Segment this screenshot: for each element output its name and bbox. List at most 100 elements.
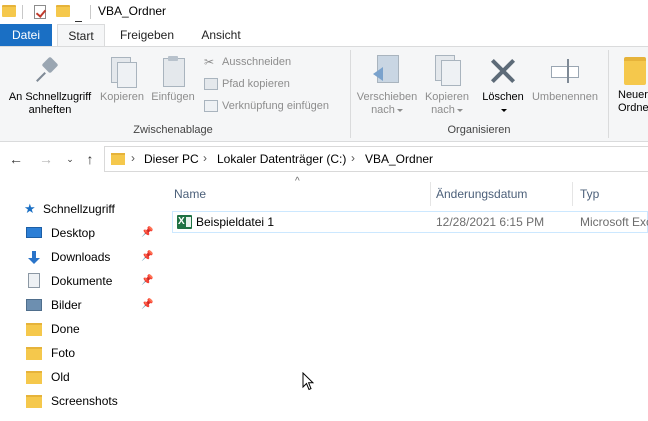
column-divider[interactable] (430, 182, 431, 206)
copy-to-button[interactable]: Kopieren nach (420, 53, 474, 117)
pin-to-quick-access-button[interactable]: An Schnellzugriff anheften (4, 55, 96, 117)
navigation-pane: ★ Schnellzugriff Desktop 📌 Downloads 📌 D… (0, 176, 160, 421)
clipboard-group-label: Zwischenablage (133, 124, 213, 136)
move-to-button[interactable]: Verschieben nach (354, 53, 420, 117)
folder-icon (111, 153, 125, 165)
copy-path-button[interactable]: Pfad kopieren (204, 76, 290, 92)
copy-path-label: Pfad kopieren (222, 78, 290, 90)
tree-label: Bilder (51, 298, 82, 312)
document-icon (28, 273, 40, 288)
forward-arrow-icon[interactable]: → (38, 150, 54, 168)
properties-icon[interactable] (34, 5, 46, 19)
divider (608, 50, 609, 138)
delete-icon (487, 55, 519, 87)
rename-button[interactable]: Umbenennen (528, 55, 602, 104)
move-to-icon (371, 53, 403, 87)
window-title: VBA_Ordner (98, 4, 167, 18)
column-header-type[interactable]: Typ (580, 187, 599, 201)
paste-shortcut-button[interactable]: Verknüpfung einfügen (204, 98, 329, 114)
pictures-icon (26, 299, 42, 311)
breadcrumb-separator-icon[interactable]: › (351, 151, 355, 165)
table-row[interactable]: Beispieldatei 1 12/28/2021 6:15 PM Micro… (172, 211, 648, 233)
tab-start[interactable]: Start (57, 24, 105, 47)
paste-shortcut-label: Verknüpfung einfügen (222, 100, 330, 112)
paste-button[interactable]: Einfügen (148, 55, 198, 104)
column-header-name[interactable]: Name (174, 187, 206, 201)
column-divider[interactable] (572, 182, 573, 206)
move-to-label-line2: nach (371, 104, 395, 116)
recent-locations-chevron-icon[interactable]: ⌄ (62, 150, 78, 168)
cut-label: Ausschneiden (222, 56, 292, 68)
pin-icon[interactable]: 📌 (141, 246, 153, 268)
divider (350, 50, 351, 138)
new-folder-label-line2: Ordne (618, 102, 648, 114)
tree-label: Dokumente (51, 274, 113, 288)
rename-label: Umbenennen (531, 91, 599, 103)
paste-label: Einfügen (151, 91, 195, 103)
tree-label: Done (51, 322, 80, 336)
navigation-bar: ← → ⌄ ↑ › Dieser PC › Lokaler Datenträge… (0, 142, 648, 176)
file-name: Beispieldatei 1 (196, 215, 275, 229)
breadcrumb-separator-icon[interactable]: › (203, 151, 207, 165)
chevron-down-icon (396, 108, 403, 112)
ribbon-tabs: Datei Start Freigeben Ansicht (0, 24, 648, 47)
paste-shortcut-icon (204, 100, 218, 112)
new-folder-label-line1: Neuer (618, 89, 648, 101)
tab-view[interactable]: Ansicht (188, 24, 254, 46)
paste-icon (159, 55, 187, 87)
new-folder-icon (624, 57, 646, 85)
tree-label: Downloads (51, 250, 111, 264)
breadcrumb-vba-folder[interactable]: VBA_Ordner (365, 152, 433, 166)
copy-button[interactable]: Kopieren (98, 55, 146, 104)
tab-share[interactable]: Freigeben (110, 24, 184, 46)
folder-icon (26, 395, 42, 408)
folder-icon (26, 323, 42, 336)
file-date: 12/28/2021 6:15 PM (436, 215, 545, 229)
copy-path-icon (204, 78, 218, 90)
tree-label: Old (51, 370, 70, 384)
copy-to-label-line2: nach (431, 104, 455, 116)
excel-file-icon (177, 215, 192, 229)
copy-to-label-line1: Kopieren (424, 91, 470, 103)
delete-button[interactable]: Löschen (478, 55, 528, 117)
cut-button[interactable]: ✂ Ausschneiden (204, 54, 291, 70)
copy-label: Kopieren (99, 91, 145, 103)
download-icon (26, 250, 42, 264)
folder-icon (26, 371, 42, 384)
sort-ascending-icon: ^ (295, 176, 300, 187)
tab-file[interactable]: Datei (0, 24, 52, 46)
copy-icon (109, 55, 137, 88)
breadcrumb-local-disk[interactable]: Lokaler Datenträger (C:) (217, 152, 346, 166)
ribbon: An Schnellzugriff anheften Kopieren Einf… (0, 46, 648, 142)
divider (90, 5, 91, 19)
chevron-down-icon (456, 108, 463, 112)
chevron-down-icon (501, 108, 507, 112)
back-arrow-icon[interactable]: ← (8, 150, 24, 168)
pin-icon (34, 55, 66, 87)
copy-to-icon (431, 53, 463, 87)
breadcrumb-separator-icon[interactable]: › (131, 151, 135, 165)
pin-icon[interactable]: 📌 (141, 270, 153, 292)
file-list: ^ Name Änderungsdatum Typ Beispieldatei … (160, 176, 648, 421)
folder-icon (2, 5, 16, 17)
up-arrow-icon[interactable]: ↑ (82, 150, 98, 168)
tree-label: Desktop (51, 226, 96, 240)
delete-label: Löschen (482, 91, 524, 103)
column-header-date[interactable]: Änderungsdatum (436, 187, 527, 201)
pin-label-line2: anheften (28, 104, 72, 116)
organize-group-label: Organisieren (447, 124, 511, 136)
rename-icon (549, 55, 581, 87)
title-bar: VBA_Ordner (0, 0, 648, 28)
folder-icon (26, 347, 42, 360)
pin-icon[interactable]: 📌 (141, 222, 153, 244)
move-to-label-line1: Verschieben (356, 91, 418, 103)
tree-label: Schnellzugriff (43, 202, 115, 216)
breadcrumb-this-pc[interactable]: Dieser PC (144, 152, 199, 166)
new-folder-button[interactable]: Neuer Ordne (612, 57, 648, 115)
pin-icon[interactable]: 📌 (141, 294, 153, 316)
address-bar[interactable]: › Dieser PC › Lokaler Datenträger (C:) ›… (104, 146, 648, 172)
file-type: Microsoft Exc (580, 215, 648, 229)
new-folder-quick-icon[interactable] (56, 5, 70, 17)
scissors-icon: ✂ (204, 55, 215, 69)
mouse-cursor-icon (302, 372, 314, 391)
